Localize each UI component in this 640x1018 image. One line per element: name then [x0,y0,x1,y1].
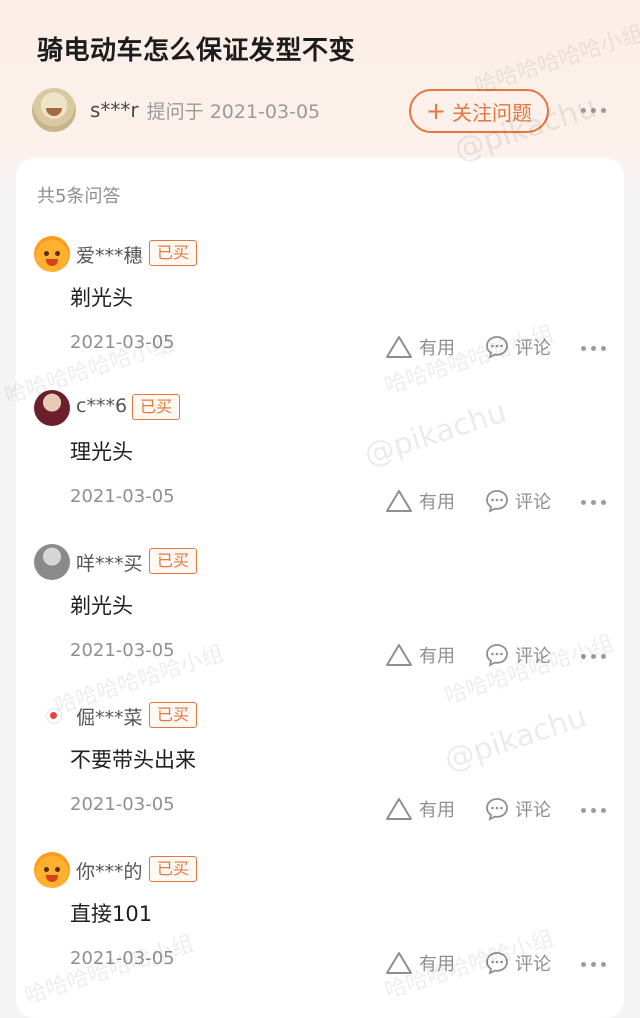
comment-button[interactable]: 评论 [485,796,551,822]
question-title: 骑电动车怎么保证发型不变 [37,36,356,66]
comment-button[interactable]: 评论 [485,488,551,514]
answerer-name[interactable]: 爱***穗 [76,241,143,268]
purchased-badge: 已买 [149,702,198,728]
purchased-badge: 已买 [149,240,198,266]
answer-text: 直接101 [70,902,153,926]
useful-label: 有用 [419,954,455,975]
asker-avatar[interactable] [32,88,76,132]
more-options-icon[interactable] [581,654,606,659]
more-options-icon[interactable] [581,808,606,813]
comment-icon [486,644,508,667]
answer-date: 2021-03-05 [70,486,175,507]
answer-item: 咩***买 已买 剃光头 2021-03-05 有用 评论 [16,544,624,694]
comment-label: 评论 [515,646,551,667]
useful-button[interactable]: 有用 [385,950,455,976]
avatar[interactable] [34,236,70,272]
purchased-badge: 已买 [149,856,198,882]
answer-item: c***6 已买 理光头 2021-03-05 有用 评论 [16,390,624,540]
answer-text: 剃光头 [70,286,133,310]
triangle-icon [386,490,412,512]
answerer-name[interactable]: 你***的 [76,857,143,884]
answer-date: 2021-03-05 [70,948,175,969]
triangle-icon [386,336,412,358]
more-options-icon[interactable] [581,346,606,351]
avatar[interactable] [34,390,70,426]
useful-label: 有用 [419,338,455,359]
useful-label: 有用 [419,492,455,513]
answer-date: 2021-03-05 [70,332,175,353]
follow-question-label: 关注问题 [452,100,533,125]
useful-button[interactable]: 有用 [385,642,455,668]
purchased-badge: 已买 [149,548,198,574]
comment-button[interactable]: 评论 [485,642,551,668]
avatar[interactable] [34,544,70,580]
answers-count: 共5条问答 [37,186,121,207]
comment-button[interactable]: 评论 [485,334,551,360]
more-options-icon[interactable] [581,108,606,113]
avatar[interactable] [34,852,70,888]
useful-label: 有用 [419,800,455,821]
answer-text: 剃光头 [70,594,133,618]
more-options-icon[interactable] [581,962,606,967]
triangle-icon [386,644,412,666]
triangle-icon [386,798,412,820]
comment-icon [486,336,508,359]
answer-item: 倔***菜 已买 不要带头出来 2021-03-05 有用 评论 [16,698,624,848]
comment-label: 评论 [515,800,551,821]
question-header: 骑电动车怎么保证发型不变 s***r 提问于 2021-03-05 + 关注问题 [0,0,640,160]
comment-button[interactable]: 评论 [485,950,551,976]
useful-button[interactable]: 有用 [385,334,455,360]
comment-icon [486,490,508,513]
asker-name[interactable]: s***r [90,98,139,122]
answer-text: 不要带头出来 [70,748,196,772]
answer-text: 理光头 [70,440,133,464]
comment-icon [486,952,508,975]
purchased-badge: 已买 [132,394,181,420]
answer-item: 爱***穗 已买 剃光头 2021-03-05 有用 评论 [16,236,624,386]
comment-icon [486,798,508,821]
plus-icon: + [425,97,447,125]
useful-button[interactable]: 有用 [385,488,455,514]
answer-item: 你***的 已买 直接101 2021-03-05 有用 评论 [16,852,624,1002]
answerer-name[interactable]: c***6 [76,395,127,417]
avatar[interactable] [46,708,62,724]
page: 骑电动车怎么保证发型不变 s***r 提问于 2021-03-05 + 关注问题… [0,0,640,1018]
triangle-icon [386,952,412,974]
answerer-name[interactable]: 咩***买 [76,549,143,576]
comment-label: 评论 [515,954,551,975]
answerer-name[interactable]: 倔***菜 [76,703,143,730]
asked-date: 提问于 2021-03-05 [146,100,321,123]
useful-button[interactable]: 有用 [385,796,455,822]
asker-row: s***r 提问于 2021-03-05 [32,86,320,134]
follow-question-button[interactable]: + 关注问题 [409,89,549,133]
comment-label: 评论 [515,338,551,359]
answer-date: 2021-03-05 [70,794,175,815]
answer-date: 2021-03-05 [70,640,175,661]
comment-label: 评论 [515,492,551,513]
answers-card: 共5条问答 爱***穗 已买 剃光头 2021-03-05 有用 评论 c***… [16,158,624,1018]
more-options-icon[interactable] [581,500,606,505]
useful-label: 有用 [419,646,455,667]
